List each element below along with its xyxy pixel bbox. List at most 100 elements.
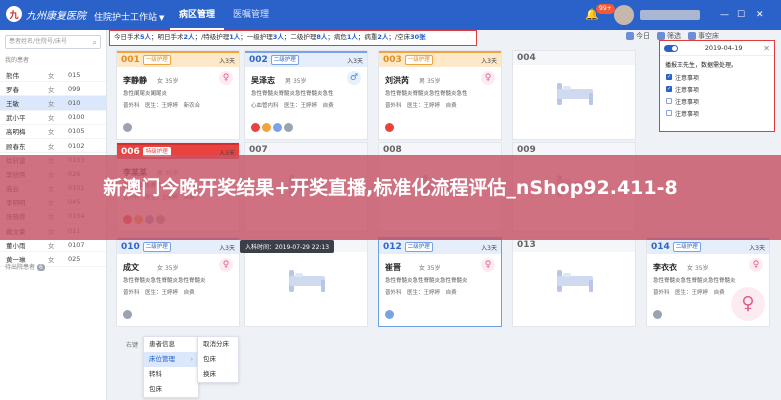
todo-item[interactable]: 注意事项 xyxy=(660,107,774,119)
tab-order-management[interactable]: 医嘱管理 xyxy=(224,0,278,30)
patient-gender: 男 xyxy=(419,78,426,85)
todo-list: ✓ 注意事项 ✓ 注意事项 注意事项 注意事项 xyxy=(660,71,774,119)
close-icon[interactable]: ✕ xyxy=(763,44,770,53)
patient-row[interactable]: 董小雨 女 0107 xyxy=(0,238,106,253)
status-dot-icon xyxy=(653,310,662,319)
todo-item[interactable]: 注意事项 xyxy=(660,95,774,107)
patient-age: 35岁 xyxy=(164,78,179,85)
bed-number: 013 xyxy=(517,240,536,250)
female-icon: ♀ xyxy=(481,71,495,85)
female-icon: ♀ xyxy=(749,258,763,272)
patient-meta: 普外科 医生：王婷婷 自费 xyxy=(385,101,457,109)
patient-name: 顾春东 xyxy=(6,142,26,151)
waiting-count-badge: 6 xyxy=(37,264,45,271)
patient-name: 高明梅 xyxy=(6,128,26,137)
submenu-item[interactable]: 取消分床 xyxy=(198,337,238,352)
menu-item[interactable]: 床位管理 › xyxy=(144,352,198,367)
todo-item[interactable]: ✓ 注意事项 xyxy=(660,83,774,95)
bed-card[interactable]: 004 xyxy=(512,50,636,140)
bed-icon xyxy=(688,32,696,40)
status-icons xyxy=(123,310,132,319)
summary-value: 2人 xyxy=(377,33,389,41)
patient-row[interactable]: 王敏 女 010 xyxy=(0,96,106,111)
diagnosis: 急性阑尾炎阑尾炎 xyxy=(123,91,168,97)
search-icon[interactable]: ⌕ xyxy=(93,37,97,49)
submenu-item[interactable]: 换床 xyxy=(198,367,238,382)
patient-gender: 女 xyxy=(157,265,164,272)
chevron-right-icon: › xyxy=(190,356,193,363)
patient-info: 男 35岁 xyxy=(419,76,441,85)
chevron-down-icon: ▼ xyxy=(159,14,165,22)
patient-name: 成文 xyxy=(123,263,139,272)
username-blurred[interactable] xyxy=(640,10,700,20)
patient-gender: 女 xyxy=(48,256,55,265)
patient-row[interactable]: 武小平 女 0100 xyxy=(0,111,106,125)
bed-card[interactable]: 012 二级护理 入3天 崔晋 女 35岁 急性脊髓炎急性脊髓炎急性脊髓炎 普外科 医生：王… xyxy=(378,237,502,327)
insurance: 自费 xyxy=(445,290,457,296)
tool-today[interactable]: 今日 xyxy=(626,31,650,41)
minimize-icon[interactable]: — xyxy=(720,10,729,20)
care-level-tag: 二级护理 xyxy=(142,242,171,252)
reminder-toggle[interactable] xyxy=(664,44,678,52)
bed-card-header: 004 xyxy=(513,51,635,65)
patient-name: 刘洪芮 xyxy=(385,76,409,85)
submenu-item[interactable]: 包床 xyxy=(198,352,238,367)
search-input[interactable]: 患者姓名/住院号/床号 ⌕ xyxy=(5,35,101,49)
patient-name: 王敏 xyxy=(6,99,19,108)
hospital-logo: 九 九州康复医院 xyxy=(6,6,86,22)
doctor: 医生：王婷婷 xyxy=(284,103,318,109)
stay-days: 入3天 xyxy=(481,57,497,65)
patient-row[interactable]: 高明梅 女 0105 xyxy=(0,125,106,139)
summary-text: ；/空床 xyxy=(388,33,411,41)
patient-row[interactable]: 顾春东 女 0102 xyxy=(0,139,106,154)
checkbox[interactable] xyxy=(666,110,672,116)
maximize-icon[interactable]: ☐ xyxy=(737,10,745,20)
menu-item[interactable]: 包床 xyxy=(144,382,198,397)
patient-gender: 女 xyxy=(48,128,55,137)
bed-card-header: 014 二级护理 入3天 xyxy=(647,238,769,254)
bed-number: 014 xyxy=(651,242,670,252)
bed-number: 004 xyxy=(517,53,536,63)
menu-item[interactable]: 患者信息 xyxy=(144,337,198,352)
todo-label: 注意事项 xyxy=(675,98,700,106)
patient-gender: 女 xyxy=(48,71,55,80)
bed-card[interactable]: 013 xyxy=(512,237,636,327)
patient-row[interactable]: 罗春 女 099 xyxy=(0,82,106,97)
department: 普外科 xyxy=(653,290,670,296)
workstation-selector[interactable]: 住院护士工作站 ▼ xyxy=(94,10,164,23)
patient-name: 熊伟 xyxy=(6,71,19,80)
diagnosis: 急性脊髓炎急性脊髓炎急性脊髓炎 xyxy=(385,278,468,284)
bed-number: 008 xyxy=(383,145,402,155)
patient-row[interactable]: 熊伟 女 015 xyxy=(0,68,106,83)
bed-card[interactable]: 003 一级护理 入3天 刘洪芮 男 35岁 急性脊髓炎脊髓炎急性脊髓炎急性 普外科 医生：… xyxy=(378,50,502,140)
stay-days: 入3天 xyxy=(219,244,235,252)
status-dot-icon xyxy=(251,123,260,132)
tab-ward-management[interactable]: 病区管理 xyxy=(170,0,225,30)
diagnosis: 急性脊髓炎脊髓炎急性脊髓炎急性 xyxy=(251,91,334,97)
bed-card[interactable]: 010 二级护理 入3天 成文 女 35岁 急性脊髓炎急性脊髓炎急性脊髓炎 普外科 医生：王… xyxy=(116,237,240,327)
menu-item[interactable]: 转科 xyxy=(144,367,198,382)
close-icon[interactable]: ✕ xyxy=(756,10,764,20)
bed-card[interactable]: 002 二级护理 入3天 吴泽志 男 35岁 急性脊髓炎脊髓炎急性脊髓炎急性 心血管内科 医… xyxy=(244,50,368,140)
checkbox[interactable]: ✓ xyxy=(666,74,672,80)
bed-card-header: 002 二级护理 入3天 xyxy=(245,51,367,67)
menu-item-label: 转科 xyxy=(149,370,162,378)
insurance: 自费 xyxy=(713,290,725,296)
top-bar: 九 九州康复医院 住院护士工作站 ▼ 病区管理 医嘱管理 🔔 99+ — ☐ ✕ xyxy=(0,0,781,30)
patient-gender: 女 xyxy=(48,142,55,151)
logo-mark-icon: 九 xyxy=(6,6,22,22)
banner-text: 新澳门今晚开奖结果+开奖直播,标准化流程评估_nShop92.411-8 xyxy=(103,177,678,199)
patient-gender: 女 xyxy=(48,99,55,108)
bed-card[interactable]: 001 一级护理 入3天 李静静 女 35岁 急性阑尾炎阑尾炎 普外科 医生：王婷婷 新农合… xyxy=(116,50,240,140)
status-icons xyxy=(251,123,293,132)
checkbox[interactable]: ✓ xyxy=(666,86,672,92)
checkbox[interactable] xyxy=(666,98,672,104)
avatar[interactable] xyxy=(614,5,634,25)
summary-value: 3人 xyxy=(272,33,284,41)
stay-days: 入3天 xyxy=(219,57,235,65)
context-submenu: 取消分床 包床 换床 xyxy=(197,336,239,383)
waiting-discharge[interactable]: 待出院患者 6 xyxy=(5,262,45,271)
todo-label: 注意事项 xyxy=(675,86,700,94)
todo-item[interactable]: ✓ 注意事项 xyxy=(660,71,774,83)
care-level-tag: 二级护理 xyxy=(404,242,433,252)
